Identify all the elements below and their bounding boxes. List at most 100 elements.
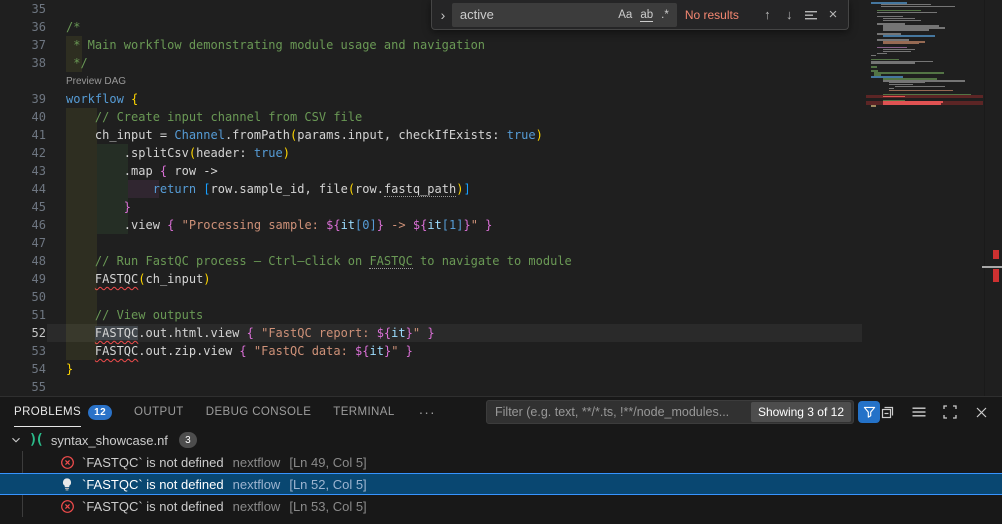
problems-filter-input[interactable] (487, 405, 751, 419)
chevron-down-icon[interactable] (8, 432, 24, 448)
code-line-52[interactable]: FASTQC.out.html.view { "FastQC report: $… (66, 324, 435, 342)
file-problem-count-badge: 3 (179, 432, 197, 448)
line-number-50: 50 (0, 288, 46, 306)
showing-count-badge: Showing 3 of 12 (751, 402, 851, 422)
problems-count-badge: 12 (88, 405, 112, 420)
problem-source: nextflow (233, 455, 281, 470)
line-number-38: 38 (0, 54, 46, 72)
error-icon (59, 454, 75, 470)
code-line-37[interactable]: * Main workflow demonstrating module usa… (66, 36, 485, 54)
overview-ruler (984, 0, 1002, 396)
indent-rainbow-band (66, 288, 97, 306)
find-next-button[interactable]: ↓ (778, 4, 800, 26)
code-line-48[interactable]: // Run FastQC process – Ctrl–click on FA… (66, 252, 572, 270)
minimap-line (883, 96, 905, 98)
minimap-line (895, 86, 945, 88)
line-number-47: 47 (0, 234, 46, 252)
find-close-button[interactable]: × (822, 4, 844, 26)
problems-filter: Showing 3 of 12 (486, 400, 854, 424)
minimap-line (877, 53, 887, 55)
find-previous-button[interactable]: ↑ (756, 4, 778, 26)
code-editor[interactable]: 3536373839404142434445464748495051525354… (0, 0, 1002, 396)
line-number-54: 54 (0, 360, 46, 378)
code-line-44[interactable]: return [row.sample_id, file(row.fastq_pa… (66, 180, 471, 198)
line-number-44: 44 (0, 180, 46, 198)
minimap-line (883, 103, 941, 105)
line-number-52: 52 (0, 324, 46, 342)
close-panel-button[interactable] (970, 401, 992, 423)
problem-source: nextflow (233, 477, 281, 492)
problems-file-name: syntax_showcase.nf (51, 433, 168, 448)
find-input[interactable]: active Aa ab .* (452, 3, 677, 27)
minimap-line (883, 43, 919, 45)
minimap-line (871, 62, 915, 64)
line-number-41: 41 (0, 126, 46, 144)
code-line-41[interactable]: ch_input = Channel.fromPath(params.input… (66, 126, 543, 144)
find-in-selection-button[interactable] (800, 4, 822, 26)
line-number-55: 55 (0, 378, 46, 396)
problem-row-3[interactable]: `FASTQC` is not definednextflow[Ln 53, C… (0, 495, 1002, 517)
line-number-40: 40 (0, 108, 46, 126)
panel-tab-bar: PROBLEMS 12 OUTPUT DEBUG CONSOLE TERMINA… (0, 397, 1002, 427)
problem-row-1[interactable]: `FASTQC` is not definednextflow[Ln 49, C… (0, 451, 1002, 473)
collapse-all-button[interactable] (877, 401, 899, 423)
codelens-preview-dag[interactable]: Preview DAG (66, 72, 126, 90)
code-line-36[interactable]: /* (66, 18, 80, 36)
find-widget: › active Aa ab .* No results ↑ ↓ × (431, 0, 849, 30)
code-line-46[interactable]: .view { "Processing sample: ${it[0]} -> … (66, 216, 492, 234)
find-query-text[interactable]: active (460, 7, 614, 22)
minimap-line (883, 35, 935, 37)
match-case-button[interactable]: Aa (614, 8, 636, 22)
code-line-54[interactable]: } (66, 360, 73, 378)
code-line-51[interactable]: // View outputs (66, 306, 203, 324)
code-line-42[interactable]: .splitCsv(header: true) (66, 144, 290, 162)
error-word: FASTQC (95, 326, 138, 340)
code-line-43[interactable]: .map { row -> (66, 162, 218, 180)
code-line-53[interactable]: FASTQC.out.zip.view { "FastQC data: ${it… (66, 342, 413, 360)
regex-button[interactable]: .* (657, 8, 673, 22)
line-number-53: 53 (0, 342, 46, 360)
maximize-panel-button[interactable] (939, 401, 961, 423)
minimap[interactable] (866, 0, 983, 396)
code-line-40[interactable]: // Create input channel from CSV file (66, 108, 362, 126)
view-as-table-button[interactable] (908, 401, 930, 423)
whole-word-button[interactable]: ab (636, 8, 657, 22)
problem-row-2[interactable]: `FASTQC` is not definednextflow[Ln 52, C… (0, 473, 1002, 495)
find-results-label: No results (685, 8, 757, 22)
minimap-line (883, 29, 929, 31)
problem-location: [Ln 49, Col 5] (289, 455, 366, 470)
code-line-39[interactable]: workflow { (66, 90, 138, 108)
problem-message: `FASTQC` is not defined (82, 477, 224, 492)
toggle-replace-chevron-icon[interactable]: › (436, 0, 450, 29)
tab-debug-console[interactable]: DEBUG CONSOLE (206, 397, 312, 427)
minimap-line (889, 90, 953, 92)
line-number-51: 51 (0, 306, 46, 324)
problems-file-row[interactable]: )( syntax_showcase.nf 3 (0, 429, 1002, 451)
code-line-49[interactable]: FASTQC(ch_input) (66, 270, 211, 288)
collapse-all-icon (880, 404, 896, 420)
error-word: FASTQC (95, 272, 138, 286)
minimap-line (881, 6, 955, 8)
line-number-42: 42 (0, 144, 46, 162)
line-number-39: 39 (0, 90, 46, 108)
close-panel-icon (974, 405, 989, 420)
tab-output[interactable]: OUTPUT (134, 397, 184, 427)
minimap-line (883, 20, 921, 22)
line-number-49: 49 (0, 270, 46, 288)
maximize-panel-icon (942, 404, 958, 420)
code-line-38[interactable]: */ (66, 54, 88, 72)
code-line-45[interactable]: } (66, 198, 131, 216)
problem-message: `FASTQC` is not defined (82, 499, 224, 514)
line-number-36: 36 (0, 18, 46, 36)
tab-problems[interactable]: PROBLEMS 12 (14, 397, 112, 427)
ruler-mark (982, 266, 1002, 268)
line-number-35: 35 (0, 0, 46, 18)
minimap-line (883, 51, 911, 53)
line-number-37: 37 (0, 36, 46, 54)
more-views-button[interactable]: ··· (419, 404, 436, 420)
tab-terminal[interactable]: TERMINAL (333, 397, 394, 427)
funnel-icon (863, 406, 876, 419)
indent-rainbow-band (66, 234, 97, 252)
minimap-line (871, 55, 876, 57)
nextflow-file-icon: )( (29, 432, 42, 448)
